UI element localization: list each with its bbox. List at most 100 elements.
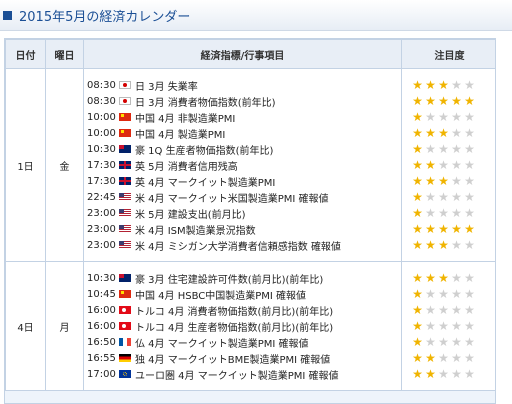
star-filled-icon: ★ <box>425 222 436 236</box>
col-header-event: 経済指標/行事項目 <box>83 39 402 69</box>
title-bullet-icon <box>3 11 12 20</box>
event-list: 08:30 日 3月 失業率 08:30 日 3月 消費者物価指数(前年比) 10:00… <box>84 69 401 261</box>
importance-rating: ★ ★ ★ ★ ★ <box>402 302 495 318</box>
star-filled-icon: ★ <box>425 78 436 92</box>
star-empty-icon: ★ <box>451 287 462 301</box>
event-row[interactable]: 08:30 日 3月 失業率 <box>84 77 401 93</box>
event-text: 豪 3月 住宅建設許可件数(前月比)(前年比) <box>135 274 324 286</box>
event-text: 英 5月 消費者信用残高 <box>135 161 238 173</box>
event-text: 日 3月 消費者物価指数(前年比) <box>135 97 276 109</box>
star-empty-icon: ★ <box>464 319 475 333</box>
day-row: 1日金 08:30 日 3月 失業率 08:30 日 3月 消費者物価指数(前年比) 10… <box>5 68 495 262</box>
star-filled-icon: ★ <box>412 78 423 92</box>
star-empty-icon: ★ <box>451 351 462 365</box>
star-filled-icon: ★ <box>425 271 436 285</box>
star-empty-icon: ★ <box>464 142 475 156</box>
event-row[interactable]: 17:30 英 4月 マークイット製造業PMI <box>84 173 401 189</box>
col-header-day: 日付 <box>5 39 46 69</box>
importance-rating: ★ ★ ★ ★ ★ <box>402 237 495 253</box>
gb-flag-icon <box>119 161 131 169</box>
event-row[interactable]: 17:00 ユーロ圏 4月 マークイット製造業PMI 確報値 <box>84 366 401 382</box>
star-empty-icon: ★ <box>451 190 462 204</box>
star-empty-icon: ★ <box>438 367 449 381</box>
star-filled-icon: ★ <box>412 126 423 140</box>
event-row[interactable]: 10:30 豪 1Q 生産者物価指数(前年比) <box>84 141 401 157</box>
importance-rating: ★ ★ ★ ★ ★ <box>402 189 495 205</box>
event-text: 中国 4月 非製造業PMI <box>135 113 236 125</box>
star-empty-icon: ★ <box>464 287 475 301</box>
cn-flag-icon <box>119 290 131 298</box>
event-row[interactable]: 23:00 米 5月 建設支出(前月比) <box>84 205 401 221</box>
importance-rating: ★ ★ ★ ★ ★ <box>402 205 495 221</box>
event-time: 10:00 <box>87 111 116 123</box>
star-empty-icon: ★ <box>438 319 449 333</box>
event-row[interactable]: 10:00 中国 4月 製造業PMI <box>84 125 401 141</box>
star-empty-icon: ★ <box>425 319 436 333</box>
cn-flag-icon <box>119 129 131 137</box>
event-row[interactable]: 08:30 日 3月 消費者物価指数(前年比) <box>84 93 401 109</box>
star-empty-icon: ★ <box>425 287 436 301</box>
event-row[interactable]: 10:45 中国 4月 HSBC中国製造業PMI 確報値 <box>84 286 401 302</box>
event-row[interactable]: 23:00 米 4月 ミシガン大学消費者信頼感指数 確報値 <box>84 237 401 253</box>
calendar-page: 2015年5月の経済カレンダー 日付 曜日 経済指標/行事項目 注目度 1日金 0… <box>0 0 512 404</box>
col-header-dow: 曜日 <box>45 39 84 69</box>
gb-flag-icon <box>119 177 131 185</box>
event-text: 米 4月 ISM製造業景況指数 <box>135 225 256 237</box>
event-row[interactable]: 17:30 英 5月 消費者信用残高 <box>84 157 401 173</box>
star-filled-icon: ★ <box>438 94 449 108</box>
au-flag-icon <box>119 274 131 282</box>
event-row[interactable]: 10:00 中国 4月 非製造業PMI <box>84 109 401 125</box>
star-filled-icon: ★ <box>412 335 423 349</box>
importance-rating: ★ ★ ★ ★ ★ <box>402 93 495 109</box>
star-filled-icon: ★ <box>464 94 475 108</box>
calendar-table: 日付 曜日 経済指標/行事項目 注目度 1日金 08:30 日 3月 失業率 08:3… <box>5 39 495 391</box>
star-filled-icon: ★ <box>412 94 423 108</box>
star-filled-icon: ★ <box>412 190 423 204</box>
event-text: トルコ 4月 生産者物価指数(前月比)(前年比) <box>135 322 334 334</box>
tr-flag-icon <box>119 322 131 330</box>
event-text: 豪 1Q 生産者物価指数(前年比) <box>135 145 274 157</box>
importance-cell: ★ ★ ★ ★ ★ ★ ★ ★ ★ ★ ★ ★ ★ ★ ★ ★ ★ ★ ★ ★ ★ ★ ★ ★ ★ ★ ★ ★ ★ ★ ★ ★ ★ ★ ★ <box>401 261 495 391</box>
star-filled-icon: ★ <box>438 238 449 252</box>
star-empty-icon: ★ <box>451 206 462 220</box>
event-row[interactable]: 10:30 豪 3月 住宅建設許可件数(前月比)(前年比) <box>84 270 401 286</box>
star-empty-icon: ★ <box>451 110 462 124</box>
event-time: 16:55 <box>87 352 116 364</box>
star-filled-icon: ★ <box>412 158 423 172</box>
star-empty-icon: ★ <box>425 110 436 124</box>
event-row[interactable]: 16:00 トルコ 4月 生産者物価指数(前月比)(前年比) <box>84 318 401 334</box>
event-row[interactable]: 23:00 米 4月 ISM製造業景況指数 <box>84 221 401 237</box>
event-row[interactable]: 16:00 トルコ 4月 消費者物価指数(前月比)(前年比) <box>84 302 401 318</box>
star-empty-icon: ★ <box>464 367 475 381</box>
star-empty-icon: ★ <box>451 126 462 140</box>
star-filled-icon: ★ <box>412 271 423 285</box>
star-filled-icon: ★ <box>438 174 449 188</box>
star-empty-icon: ★ <box>438 335 449 349</box>
day-cell: 1日 <box>5 68 46 262</box>
importance-rating: ★ ★ ★ ★ ★ <box>402 270 495 286</box>
star-empty-icon: ★ <box>451 158 462 172</box>
star-empty-icon: ★ <box>438 303 449 317</box>
event-row[interactable]: 16:50 仏 4月 マークイット製造業PMI 確報値 <box>84 334 401 350</box>
star-filled-icon: ★ <box>451 94 462 108</box>
star-empty-icon: ★ <box>464 78 475 92</box>
star-filled-icon: ★ <box>425 238 436 252</box>
weekday-cell: 月 <box>45 261 84 391</box>
star-empty-icon: ★ <box>438 110 449 124</box>
event-time: 16:50 <box>87 336 116 348</box>
event-time: 23:00 <box>87 239 116 251</box>
event-text: 米 5月 建設支出(前月比) <box>135 209 246 221</box>
event-text: 独 4月 マークイットBME製造業PMI 確報値 <box>135 354 331 366</box>
event-time: 17:30 <box>87 159 116 171</box>
star-empty-icon: ★ <box>451 238 462 252</box>
event-text: 英 4月 マークイット製造業PMI <box>135 177 276 189</box>
us-flag-icon <box>119 193 131 201</box>
star-filled-icon: ★ <box>438 222 449 236</box>
star-filled-icon: ★ <box>425 126 436 140</box>
star-empty-icon: ★ <box>438 206 449 220</box>
importance-rating: ★ ★ ★ ★ ★ <box>402 157 495 173</box>
day-cell: 4日 <box>5 261 46 391</box>
event-row[interactable]: 22:45 米 4月 マークイット米国製造業PMI 確報値 <box>84 189 401 205</box>
event-row[interactable]: 16:55 独 4月 マークイットBME製造業PMI 確報値 <box>84 350 401 366</box>
star-empty-icon: ★ <box>425 190 436 204</box>
